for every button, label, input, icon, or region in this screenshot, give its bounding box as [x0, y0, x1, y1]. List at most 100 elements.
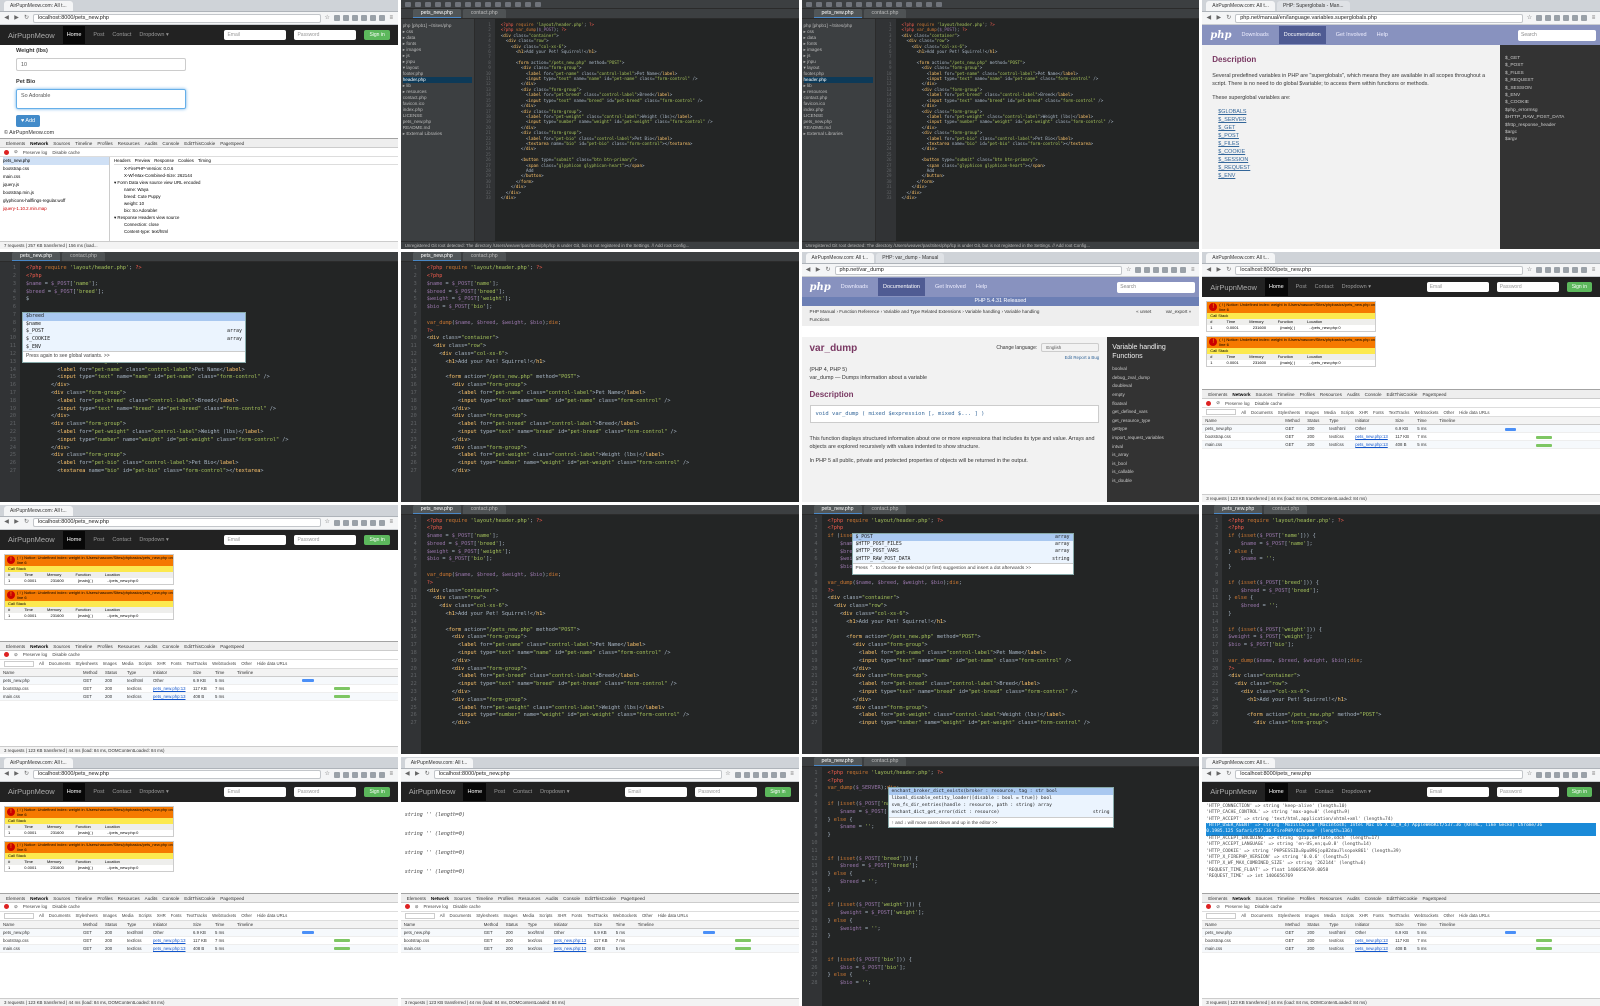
devtools-tab[interactable]: EditThisCookie: [184, 894, 215, 902]
clear-icon[interactable]: ⊘: [1216, 904, 1220, 910]
browser-tab[interactable]: AirPupnMeow.com: All t...: [404, 757, 474, 768]
column-header[interactable]: Method: [1285, 921, 1307, 929]
extension-icon[interactable]: [342, 519, 349, 526]
sign-in-button[interactable]: Sign in: [1566, 786, 1592, 797]
autocomplete-item[interactable]: $HTTP_POST_VARS array: [853, 548, 1073, 555]
column-header[interactable]: Timeline: [237, 921, 398, 929]
column-header[interactable]: Timeline: [1439, 417, 1600, 425]
superglobal-link[interactable]: $_POST: [1212, 132, 1490, 140]
toolbar-icon[interactable]: [815, 1, 822, 7]
headers-tab[interactable]: Preview: [135, 157, 151, 164]
preserve-log-checkbox[interactable]: Preserve log: [23, 150, 48, 155]
devtools-tab[interactable]: Network: [30, 894, 48, 902]
php-nav-link[interactable]: Downloads: [841, 284, 868, 290]
editor-tab[interactable]: contact.php: [1264, 504, 1308, 514]
extension-icon[interactable]: [351, 15, 358, 21]
sidebar-link[interactable]: $php_errormsg: [1505, 107, 1595, 114]
toolbar-icon[interactable]: [474, 1, 481, 7]
extension-icon[interactable]: [342, 771, 349, 778]
sidebar-link[interactable]: intval: [1112, 443, 1194, 452]
filter-type[interactable]: TextTracks: [587, 913, 608, 918]
disable-cache-checkbox[interactable]: Disable cache: [52, 904, 80, 909]
filter-type[interactable]: All: [1241, 410, 1246, 415]
editor-tab[interactable]: contact.php: [863, 504, 907, 514]
bookmark-star-icon[interactable]: ☆: [725, 771, 732, 778]
toolbar-icon[interactable]: [915, 1, 922, 7]
php-search-input[interactable]: Search: [1117, 281, 1196, 293]
back-icon[interactable]: ◀: [1205, 771, 1212, 778]
column-header[interactable]: Name: [3, 669, 83, 677]
devtools-tab[interactable]: Audits: [145, 139, 158, 147]
devtools-tab[interactable]: Timeline: [75, 894, 92, 902]
extension-icon[interactable]: [333, 771, 340, 778]
autocomplete-popup[interactable]: $_POST array $HTTP_POST_FILES array $HTTP_PO…: [851, 532, 1074, 575]
devtools-tab[interactable]: Sources: [454, 894, 471, 902]
editor-tab[interactable]: contact.php: [863, 756, 907, 766]
filter-type[interactable]: All: [39, 913, 44, 918]
devtools-tab[interactable]: Profiles: [97, 139, 112, 147]
email-input[interactable]: Email: [224, 30, 287, 40]
autocomplete-item[interactable]: $_COOKIE array: [23, 336, 245, 344]
extension-icon[interactable]: [1536, 267, 1542, 274]
devtools-tab[interactable]: Network: [30, 642, 48, 650]
record-icon[interactable]: [4, 904, 9, 910]
devtools-tab[interactable]: Console: [162, 894, 179, 902]
code-editor[interactable]: <?php require 'layout/header.php'; ?> <?p…: [896, 19, 1200, 241]
request-row[interactable]: jquery.js: [3, 181, 109, 189]
browser-tab[interactable]: AirPupnMeow.com: All t...: [805, 253, 875, 264]
devtools-tab[interactable]: Resources: [118, 139, 140, 147]
php-nav-link[interactable]: Downloads: [1242, 32, 1269, 38]
filter-type[interactable]: TextTracks: [187, 661, 208, 666]
back-icon[interactable]: ◀: [805, 267, 812, 274]
filter-type[interactable]: Stylesheets: [76, 913, 98, 918]
editor-tab[interactable]: pets_new.php: [412, 504, 461, 514]
filter-type[interactable]: Scripts: [1341, 913, 1354, 918]
devtools-tab[interactable]: Elements: [1208, 894, 1227, 902]
extension-icon[interactable]: [1581, 771, 1587, 778]
email-input[interactable]: Email: [1426, 282, 1489, 293]
nav-link[interactable]: Dropdown ▾: [139, 537, 168, 543]
filter-type[interactable]: Images: [503, 913, 517, 918]
nav-link[interactable]: Post: [93, 789, 104, 795]
sidebar-link[interactable]: doubleval: [1112, 382, 1194, 391]
url-input[interactable]: localhost:8000/pets_new.php: [1235, 265, 1523, 275]
toolbar-icon[interactable]: [514, 1, 521, 7]
column-header[interactable]: Initiator: [554, 921, 594, 929]
filter-type[interactable]: Media: [1324, 410, 1336, 415]
filter-type[interactable]: TextTracks: [1389, 913, 1410, 918]
breadcrumb-text[interactable]: PHP Manual › Function Reference › Variab…: [810, 308, 1060, 324]
nav-link[interactable]: Post: [1296, 789, 1307, 795]
editor-tab[interactable]: pets_new.php: [813, 9, 862, 18]
devtools-tab[interactable]: Sources: [53, 139, 70, 147]
filter-type[interactable]: XHR: [1359, 913, 1368, 918]
filter-type[interactable]: Scripts: [139, 661, 152, 666]
extension-icon[interactable]: [360, 15, 367, 21]
editor-tab[interactable]: pets_new.php: [813, 756, 862, 766]
filter-type[interactable]: TextTracks: [187, 913, 208, 918]
url-input[interactable]: localhost:8000/pets_new.php: [433, 770, 722, 780]
devtools-tab[interactable]: Audits: [1347, 390, 1360, 398]
extension-icon[interactable]: [1581, 267, 1587, 274]
filter-type[interactable]: WebSockets: [212, 661, 236, 666]
column-header[interactable]: Method: [83, 921, 105, 929]
toolbar-icon[interactable]: [895, 1, 902, 7]
back-icon[interactable]: ◀: [3, 519, 10, 526]
headers-tab[interactable]: Headers: [114, 157, 131, 164]
devtools-tab[interactable]: Elements: [6, 642, 25, 650]
password-input[interactable]: Password: [1496, 786, 1559, 797]
reload-icon[interactable]: ↻: [424, 771, 431, 778]
filter-type[interactable]: Images: [103, 661, 117, 666]
language-select[interactable]: English: [1041, 343, 1100, 353]
headers-tab[interactable]: Timing: [198, 157, 211, 164]
column-header[interactable]: Type: [127, 921, 153, 929]
preserve-log-checkbox[interactable]: Preserve log: [1225, 904, 1250, 909]
filter-type[interactable]: WebSockets: [1414, 913, 1438, 918]
menu-icon[interactable]: ≡: [1590, 267, 1597, 274]
column-header[interactable]: Timeline: [237, 669, 398, 677]
devtools-tab[interactable]: Profiles: [1300, 894, 1315, 902]
sidebar-link[interactable]: is_bool: [1112, 460, 1194, 469]
bookmark-star-icon[interactable]: ☆: [324, 771, 331, 778]
filter-input[interactable]: [1206, 912, 1237, 919]
devtools-tab[interactable]: Resources: [118, 642, 140, 650]
filter-type[interactable]: Fonts: [1373, 410, 1384, 415]
